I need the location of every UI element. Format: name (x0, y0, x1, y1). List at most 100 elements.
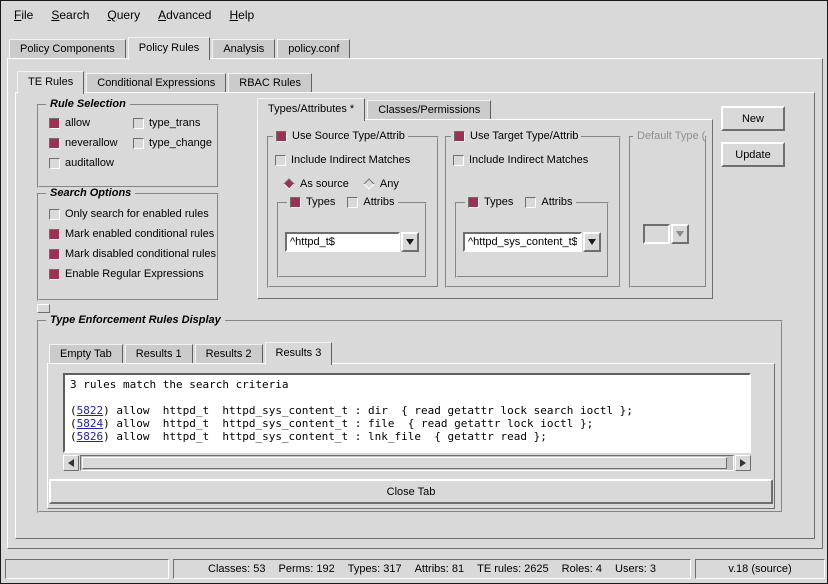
checkbox-mark-enabled-conditional[interactable]: Mark enabled conditional rules (49, 228, 216, 240)
menu-file[interactable]: File (5, 4, 42, 26)
rule-number-link[interactable]: 5826 (77, 430, 104, 443)
checkbox-use-source-type[interactable]: Use Source Type/Attrib (273, 130, 408, 142)
scrollbar-thumb[interactable] (82, 457, 727, 469)
group-title: Default Type (Disa (633, 130, 705, 143)
checkbox-target-indirect-matches[interactable]: Include Indirect Matches (453, 154, 588, 166)
checkbox-label: Include Indirect Matches (469, 154, 588, 166)
radio-label: As source (300, 178, 349, 190)
tab-empty[interactable]: Empty Tab (49, 344, 123, 363)
radio-as-source[interactable]: As source (283, 178, 349, 190)
paren: ) (103, 404, 110, 417)
source-type-input[interactable] (285, 232, 400, 252)
checkbox-allow[interactable]: allow (49, 117, 133, 129)
checkbox-enable-regex[interactable]: Enable Regular Expressions (49, 268, 216, 280)
checkbox-source-indirect-matches[interactable]: Include Indirect Matches (275, 154, 410, 166)
checkbox-label: Include Indirect Matches (291, 154, 410, 166)
menubar: File Search Query Advanced Help (3, 3, 825, 27)
tab-results-1[interactable]: Results 1 (125, 344, 193, 363)
checkbox-use-target-type[interactable]: Use Target Type/Attrib (451, 130, 581, 142)
default-type-input (643, 224, 670, 244)
update-button[interactable]: Update (721, 142, 785, 167)
results-tab-bar: Empty Tab Results 1 Results 2 Results 3 (49, 341, 334, 363)
tab-results-3[interactable]: Results 3 (265, 342, 333, 365)
results-text-area[interactable]: 3 rules match the search criteria (5822)… (63, 373, 751, 453)
scroll-left-button[interactable] (63, 455, 79, 471)
target-combo-arrow-button[interactable] (583, 232, 601, 252)
menu-advanced-label: A (158, 8, 166, 22)
menu-help-label: H (229, 8, 238, 22)
rule-number-link[interactable]: 5824 (77, 417, 104, 430)
search-options-list: Only search for enabled rules Mark enabl… (49, 208, 216, 280)
checkbox-label: Types (484, 196, 513, 208)
menu-advanced-label: dvanced (166, 8, 211, 22)
menu-search[interactable]: Search (42, 4, 98, 26)
checkbox-type-change[interactable]: type_change (133, 137, 212, 149)
menu-search-label: earch (59, 8, 89, 22)
status-cell-version: v.18 (source) (695, 559, 825, 579)
checkbox-label: Mark disabled conditional rules (65, 248, 216, 260)
checkbox-auditallow[interactable]: auditallow (49, 157, 133, 169)
checkbox-label: Enable Regular Expressions (65, 268, 204, 280)
checkbox-label: Use Source Type/Attrib (292, 130, 405, 142)
scroll-right-button[interactable] (735, 455, 751, 471)
checkbox-label: auditallow (65, 157, 114, 169)
menu-help[interactable]: Help (220, 4, 263, 26)
rule-text: allow httpd_t httpd_sys_content_t : file… (110, 417, 593, 430)
checkbox-label: neverallow (65, 137, 118, 149)
tab-types-attributes[interactable]: Types/Attributes * (257, 98, 365, 121)
tab-label: Classes/Permissions (378, 104, 480, 116)
new-button[interactable]: New (721, 106, 785, 131)
tab-classes-permissions[interactable]: Classes/Permissions (367, 100, 491, 119)
menu-query[interactable]: Query (98, 4, 149, 26)
tab-policy-rules[interactable]: Policy Rules (128, 37, 211, 60)
checkbox-indicator (49, 249, 60, 260)
source-combo-arrow-button[interactable] (401, 232, 419, 252)
tab-rbac-rules[interactable]: RBAC Rules (228, 73, 312, 92)
checkbox-mark-disabled-conditional[interactable]: Mark disabled conditional rules (49, 248, 216, 260)
tab-results-2[interactable]: Results 2 (195, 344, 263, 363)
close-tab-label: Close Tab (387, 486, 436, 498)
tab-te-rules[interactable]: TE Rules (17, 71, 84, 94)
checkbox-indicator (525, 197, 536, 208)
checkbox-target-types[interactable]: Types (468, 196, 513, 208)
tab-label: policy.conf (288, 43, 339, 55)
target-type-input[interactable] (463, 232, 582, 252)
checkbox-neverallow[interactable]: neverallow (49, 137, 133, 149)
tab-conditional-expressions[interactable]: Conditional Expressions (86, 73, 226, 92)
tab-policy-components[interactable]: Policy Components (9, 39, 126, 58)
stat-roles: Roles: 4 (562, 563, 602, 575)
default-type-combobox (643, 224, 689, 244)
checkbox-source-attribs[interactable]: Attribs (347, 196, 394, 208)
search-options-group: Search Options Only search for enabled r… (37, 193, 219, 301)
tab-analysis[interactable]: Analysis (212, 39, 275, 58)
radio-indicator (363, 178, 374, 189)
policy-stats: Classes: 53 Perms: 192 Types: 317 Attrib… (208, 563, 656, 575)
checkbox-label: Mark enabled conditional rules (65, 228, 214, 240)
checkbox-type-trans[interactable]: type_trans (133, 117, 212, 129)
checkbox-indicator (49, 229, 60, 240)
menu-query-label: Q (107, 8, 116, 22)
scrollbar-trough[interactable] (80, 455, 734, 471)
checkbox-label: allow (65, 117, 90, 129)
close-tab-button[interactable]: Close Tab (49, 479, 773, 504)
radio-any[interactable]: Any (363, 178, 399, 190)
source-types-attribs-frame: Types Attribs (277, 202, 427, 278)
tab-label: Conditional Expressions (97, 77, 215, 89)
checkbox-only-enabled-rules[interactable]: Only search for enabled rules (49, 208, 216, 220)
menu-advanced[interactable]: Advanced (149, 4, 220, 26)
sash-grip[interactable] (37, 304, 50, 313)
group-title: Search Options (46, 187, 135, 200)
radio-label: Any (380, 178, 399, 190)
rule-text: allow httpd_t httpd_sys_content_t : dir … (110, 404, 633, 417)
radio-indicator (283, 178, 294, 189)
checkbox-target-attribs[interactable]: Attribs (525, 196, 572, 208)
te-rule-line: (5824) allow httpd_t httpd_sys_content_t… (70, 417, 744, 430)
use-target-type-group: Use Target Type/Attrib Include Indirect … (445, 136, 621, 288)
tab-policy-conf[interactable]: policy.conf (277, 39, 350, 58)
target-types-attribs-header: Types Attribs (465, 196, 576, 208)
stat-te-rules: TE rules: 2625 (477, 563, 549, 575)
tab-label: TE Rules (28, 76, 73, 88)
checkbox-source-types[interactable]: Types (290, 196, 335, 208)
apol-window: File Search Query Advanced Help Policy C… (0, 0, 828, 584)
rule-number-link[interactable]: 5822 (77, 404, 104, 417)
